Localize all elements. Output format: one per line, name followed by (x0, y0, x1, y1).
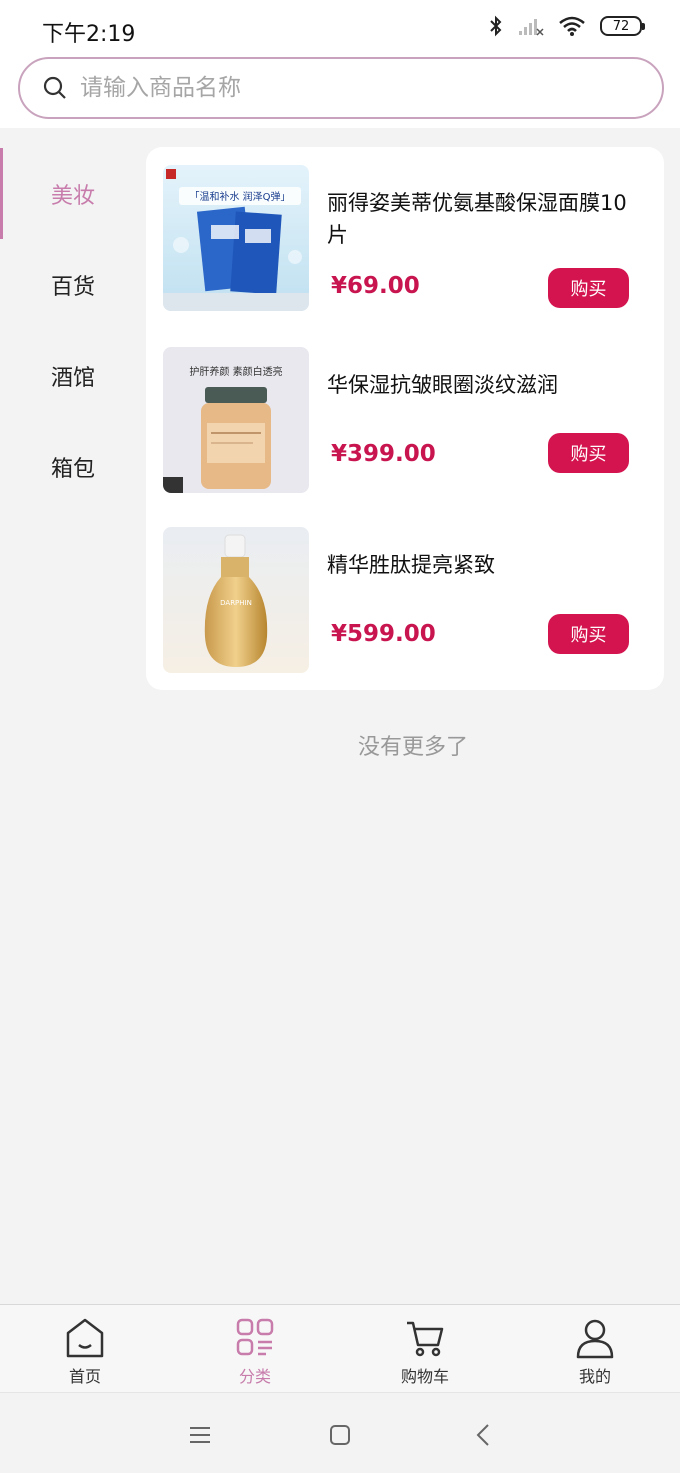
sidebar-item-tavern[interactable]: 酒馆 (0, 330, 146, 421)
buy-button[interactable]: 购买 (548, 433, 629, 473)
system-navigation-bar (0, 1392, 680, 1473)
product-image[interactable]: 「温和补水 润泽Q弹」 (163, 165, 309, 311)
search-bar[interactable] (18, 57, 664, 119)
no-more-text: 没有更多了 (357, 735, 468, 760)
category-grid-icon (236, 1318, 274, 1356)
home-icon (66, 1318, 104, 1358)
menu-icon (190, 1427, 210, 1443)
product-name: 华保湿抗皱眼圈淡纹滋润 (327, 373, 558, 397)
menu-nav-button[interactable] (180, 1415, 220, 1455)
product-list: 「温和补水 润泽Q弹」 丽得姿美蒂优氨基酸保湿面膜10片 ¥69.00 购买 护… (146, 147, 664, 690)
back-nav-button[interactable] (463, 1415, 503, 1455)
product-price: ¥399.00 (331, 441, 436, 467)
product-name: 丽得姿美蒂优氨基酸保湿面膜10片 (327, 191, 627, 247)
bluetooth-icon (490, 15, 502, 37)
user-icon (576, 1319, 614, 1359)
product-name: 精华胜肽提亮紧致 (327, 553, 495, 577)
status-bar: 下午2:19 72 (0, 0, 680, 58)
product-image-caption: DARPHIN (220, 599, 252, 607)
tab-home[interactable]: 首页 (0, 1305, 170, 1392)
tab-label: 首页 (68, 1367, 101, 1386)
buy-button[interactable]: 购买 (548, 614, 629, 654)
sidebar-item-general-goods[interactable]: 百货 (0, 239, 146, 330)
buy-button[interactable]: 购买 (548, 268, 629, 308)
sidebar-item-bags[interactable]: 箱包 (0, 421, 146, 512)
product-image-caption: 护肝养颜 素颜白透亮 (189, 365, 282, 378)
tab-category[interactable]: 分类 (170, 1305, 340, 1392)
header-area: 下午2:19 72 (0, 0, 680, 128)
battery-indicator: 72 (600, 16, 645, 36)
tab-cart[interactable]: 购物车 (340, 1305, 510, 1392)
tab-label: 分类 (238, 1367, 271, 1386)
status-time: 下午2:19 (42, 22, 136, 47)
product-price: ¥599.00 (331, 621, 436, 647)
sidebar-item-makeup[interactable]: 美妆 (0, 148, 146, 239)
home-nav-button[interactable] (320, 1415, 360, 1455)
product-image-caption: 「温和补水 润泽Q弹」 (189, 190, 290, 203)
wifi-icon (559, 16, 585, 36)
tab-profile[interactable]: 我的 (510, 1305, 680, 1392)
back-icon (476, 1424, 489, 1446)
shopping-cart-icon (407, 1321, 444, 1357)
signal-icon (519, 19, 544, 36)
bottom-tab-bar: 首页 分类 购物车 我的 (0, 1304, 680, 1392)
status-icons: 72 (488, 14, 645, 38)
tab-label: 购物车 (400, 1367, 449, 1386)
search-icon (43, 76, 66, 99)
product-image[interactable]: 护肝养颜 素颜白透亮 (163, 347, 309, 493)
category-sidebar: 美妆 百货 酒馆 箱包 (0, 148, 146, 512)
product-image[interactable]: DARPHIN (163, 527, 309, 673)
product-price: ¥69.00 (331, 273, 420, 299)
square-icon (330, 1425, 350, 1445)
search-input[interactable] (80, 75, 600, 101)
tab-label: 我的 (578, 1367, 611, 1386)
